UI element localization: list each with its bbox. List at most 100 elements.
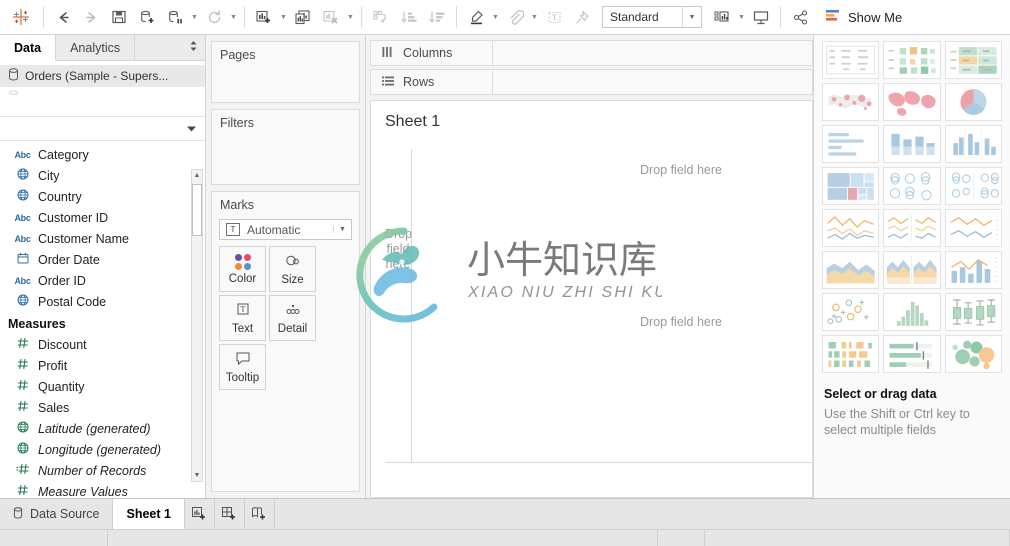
field-customer-name[interactable]: Abc Customer Name (0, 228, 205, 249)
chart-type-filled-map[interactable] (883, 83, 941, 121)
data-source-partial[interactable] (0, 87, 205, 109)
marks-color-button[interactable]: Color (219, 246, 266, 292)
chart-type-scatter-plot[interactable] (822, 293, 880, 331)
columns-drop-area[interactable] (493, 41, 812, 65)
scroll-down-arrow[interactable]: ▼ (192, 470, 202, 481)
layout-menu-caret[interactable]: ▼ (736, 4, 747, 30)
field-quantity[interactable]: Quantity (0, 376, 205, 397)
chart-type-lines-discrete[interactable] (883, 209, 941, 247)
paperclip-icon[interactable] (501, 4, 529, 30)
search-dropdown-icon[interactable] (186, 122, 197, 136)
scrollbar-thumb[interactable] (192, 184, 202, 236)
mark-type-dropdown[interactable]: T Automatic ▼ (219, 219, 352, 240)
new-worksheet-tab-button[interactable] (185, 499, 215, 529)
data-source-orders[interactable]: Orders (Sample - Supers... (0, 65, 205, 87)
field-longitude[interactable]: Longitude (generated) (0, 439, 205, 460)
field-category[interactable]: Abc Category (0, 144, 205, 165)
chart-type-bullet-graph[interactable] (883, 335, 941, 373)
chart-type-area-continuous[interactable] (822, 251, 880, 289)
rows-shelf[interactable]: Rows (370, 69, 813, 95)
chart-type-box-and-whisker[interactable] (944, 293, 1002, 331)
field-list-scrollbar[interactable]: ▲ ▼ (191, 169, 203, 482)
field-city[interactable]: City (0, 165, 205, 186)
field-sales[interactable]: Sales (0, 397, 205, 418)
group-menu-caret[interactable]: ▼ (529, 4, 540, 30)
field-number-of-records[interactable]: Number of Records (0, 460, 205, 481)
chart-type-side-by-side-bars[interactable] (944, 125, 1002, 163)
field-postal-code[interactable]: Postal Code (0, 291, 205, 312)
field-measure-values[interactable]: Measure Values (0, 481, 205, 498)
scroll-up-arrow[interactable]: ▲ (192, 170, 202, 181)
field-country[interactable]: Country (0, 186, 205, 207)
chart-type-horizontal-bars[interactable] (822, 125, 880, 163)
chart-type-heat-map[interactable] (883, 41, 941, 79)
chart-type-dual-combination[interactable] (944, 251, 1002, 289)
chart-type-treemap[interactable] (822, 167, 880, 205)
chart-type-gantt-chart[interactable] (822, 335, 880, 373)
tab-sheet-1[interactable]: Sheet 1 (113, 499, 185, 529)
new-story-tab-button[interactable] (245, 499, 275, 529)
field-discount[interactable]: Discount (0, 334, 205, 355)
presentation-icon[interactable] (747, 4, 775, 30)
save-icon[interactable] (105, 4, 133, 30)
layout-chart-icon[interactable] (708, 4, 736, 30)
field-order-date[interactable]: Order Date (0, 249, 205, 270)
chart-type-stacked-bars[interactable] (883, 125, 941, 163)
show-me-button[interactable]: Show Me (818, 6, 909, 29)
chart-type-highlight-table[interactable] (944, 41, 1002, 79)
fit-dropdown[interactable]: Standard ▼ (602, 6, 702, 28)
pin-icon[interactable] (568, 4, 596, 30)
columns-shelf[interactable]: Columns (370, 40, 813, 66)
rows-drop-area[interactable] (493, 70, 812, 94)
chart-type-side-by-side-circles[interactable] (944, 167, 1002, 205)
chart-type-area-discrete[interactable] (883, 251, 941, 289)
sort-arrows-icon[interactable] (189, 40, 198, 55)
new-worksheet-icon[interactable] (250, 4, 278, 30)
data-source-pause-icon[interactable] (161, 4, 189, 30)
swap-axes-icon[interactable] (367, 4, 395, 30)
tab-data[interactable]: Data (0, 35, 57, 61)
clear-sheet-menu-caret[interactable]: ▼ (345, 4, 356, 30)
drop-field-here-left[interactable]: Drop field here (385, 227, 412, 272)
chart-type-packed-bubbles[interactable] (944, 335, 1002, 373)
chart-type-pie-chart[interactable] (944, 83, 1002, 121)
text-label-icon[interactable]: T (540, 4, 568, 30)
back-button[interactable] (49, 4, 77, 30)
clear-sheet-icon[interactable] (317, 4, 345, 30)
worksheet-area[interactable]: Sheet 1 Drop field here Drop field here … (370, 100, 813, 498)
drop-field-here-top[interactable]: Drop field here (640, 163, 722, 177)
tab-analytics[interactable]: Analytics (56, 35, 136, 60)
chart-type-lines-continuous[interactable] (822, 209, 880, 247)
highlighter-icon[interactable] (462, 4, 490, 30)
marks-text-button[interactable]: T Text (219, 295, 266, 341)
highlight-menu-caret[interactable]: ▼ (490, 4, 501, 30)
field-profit[interactable]: Profit (0, 355, 205, 376)
filters-card[interactable]: Filters (211, 109, 360, 185)
new-worksheet-menu-caret[interactable]: ▼ (278, 4, 289, 30)
chart-type-symbol-map[interactable] (822, 83, 880, 121)
plot-area[interactable]: Drop field here Drop field here Drop fiel… (385, 149, 812, 481)
data-source-add-icon[interactable] (133, 4, 161, 30)
share-icon[interactable] (786, 4, 814, 30)
pages-card[interactable]: Pages (211, 41, 360, 103)
data-source-menu-caret[interactable]: ▼ (189, 4, 200, 30)
marks-size-button[interactable]: Size (269, 246, 316, 292)
field-customer-id[interactable]: Abc Customer ID (0, 207, 205, 228)
chart-type-dual-lines[interactable] (944, 209, 1002, 247)
forward-button[interactable] (77, 4, 105, 30)
sort-descending-icon[interactable] (423, 4, 451, 30)
field-latitude[interactable]: Latitude (generated) (0, 418, 205, 439)
chart-type-text-table[interactable] (822, 41, 880, 79)
tableau-logo-icon[interactable] (4, 7, 38, 27)
chart-type-histogram[interactable] (883, 293, 941, 331)
marks-tooltip-button[interactable]: Tooltip (219, 344, 266, 390)
sort-ascending-icon[interactable] (395, 4, 423, 30)
chart-type-circle-views[interactable] (883, 167, 941, 205)
new-dashboard-tab-button[interactable] (215, 499, 245, 529)
duplicate-sheet-icon[interactable] (289, 4, 317, 30)
tab-data-source[interactable]: Data Source (0, 499, 114, 529)
marks-detail-button[interactable]: Detail (269, 295, 316, 341)
drop-field-here-middle[interactable]: Drop field here (640, 315, 722, 329)
field-order-id[interactable]: Abc Order ID (0, 270, 205, 291)
refresh-icon[interactable] (200, 4, 228, 30)
